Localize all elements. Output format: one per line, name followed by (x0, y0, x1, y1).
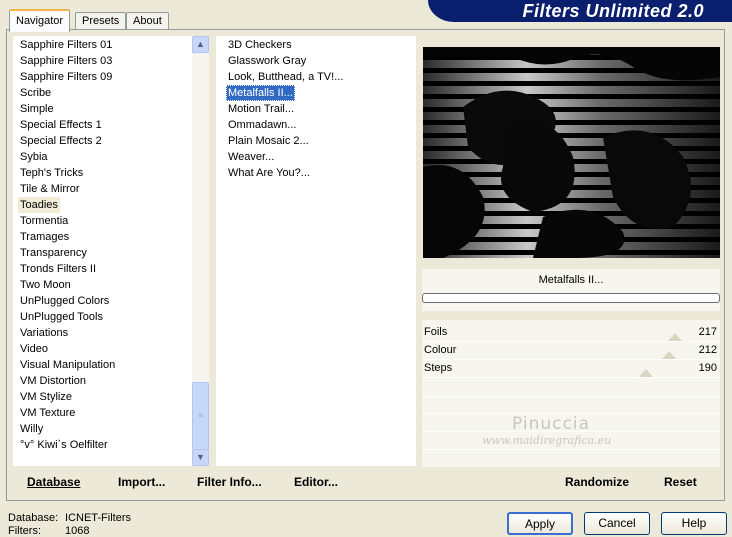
category-item[interactable]: VM Stylize (18, 389, 74, 405)
preview-image (423, 47, 720, 258)
randomize-button[interactable]: Randomize (565, 473, 629, 491)
slider-thumb[interactable] (662, 351, 677, 359)
category-item[interactable]: Special Effects 2 (18, 133, 104, 149)
help-button[interactable]: Help (661, 512, 727, 535)
category-item[interactable]: Visual Manipulation (18, 357, 117, 373)
category-item[interactable]: Tramages (18, 229, 71, 245)
slider-thumb[interactable] (668, 333, 683, 341)
database-status-value: ICNET-Filters (65, 512, 131, 524)
category-item[interactable]: Transparency (18, 245, 89, 261)
category-item[interactable]: VM Distortion (18, 373, 88, 389)
editor-button[interactable]: Editor... (294, 473, 338, 491)
filter-item[interactable]: 3D Checkers (226, 37, 294, 53)
database-status-label: Database: (8, 512, 59, 524)
filter-info-button[interactable]: Filter Info... (197, 473, 262, 491)
category-item[interactable]: Toadies (18, 197, 60, 213)
param-label: Steps (424, 362, 453, 374)
category-item[interactable]: Teph's Tricks (18, 165, 85, 181)
app-banner-title: Filters Unlimited 2.0 (428, 0, 732, 22)
category-item[interactable]: Sapphire Filters 01 (18, 37, 114, 53)
category-item[interactable]: Two Moon (18, 277, 73, 293)
database-button[interactable]: Database (27, 473, 80, 491)
scroll-thumb[interactable]: ≡ (192, 382, 209, 450)
reset-button[interactable]: Reset (664, 473, 697, 491)
cancel-button[interactable]: Cancel (584, 512, 650, 535)
filter-list[interactable]: 3D Checkers Glasswork Gray Look, Butthead,… (216, 36, 416, 466)
param-slider-foils[interactable]: Foils 217 (422, 324, 720, 342)
param-value: 190 (698, 362, 717, 374)
param-divider (422, 396, 720, 397)
filter-item[interactable]: Plain Mosaic 2... (226, 133, 311, 149)
param-value: 217 (698, 326, 717, 338)
apply-button[interactable]: Apply (507, 512, 573, 535)
preview-filter-name: Metalfalls II... (538, 274, 604, 286)
category-item[interactable]: Willy (18, 421, 45, 437)
category-item[interactable]: Scribe (18, 85, 53, 101)
category-item[interactable]: Tile & Mirror (18, 181, 81, 197)
param-label: Foils (424, 326, 448, 338)
category-item[interactable]: UnPlugged Tools (18, 309, 105, 325)
tab-presets[interactable]: Presets (75, 12, 127, 30)
category-item[interactable]: Sapphire Filters 03 (18, 53, 114, 69)
slider-track[interactable] (422, 377, 720, 378)
tab-about[interactable]: About (126, 12, 169, 30)
category-item[interactable]: VM Texture (18, 405, 77, 421)
filter-item[interactable]: Motion Trail... (226, 101, 296, 117)
param-divider (422, 449, 720, 450)
filter-item[interactable]: Glasswork Gray (226, 53, 308, 69)
category-item[interactable]: UnPlugged Colors (18, 293, 111, 309)
filter-item[interactable]: Metalfalls II... (226, 85, 295, 101)
filter-item[interactable]: Ommadawn... (226, 117, 298, 133)
category-item[interactable]: Sapphire Filters 09 (18, 69, 114, 85)
filters-status-label: Filters: (8, 525, 41, 537)
param-value: 212 (698, 344, 717, 356)
category-item[interactable]: Variations (18, 325, 70, 341)
watermark-name: Pinuccia (512, 414, 590, 434)
category-item[interactable]: °v° Kiwi`s Oelfilter (18, 437, 110, 453)
param-slider-steps[interactable]: Steps 190 (422, 360, 720, 378)
scroll-down-button[interactable]: ▼ (192, 449, 209, 466)
category-item[interactable]: Sybia (18, 149, 50, 165)
filter-item[interactable]: Weaver... (226, 149, 276, 165)
scroll-up-button[interactable]: ▲ (192, 36, 209, 53)
category-scrollbar[interactable]: ▲ ≡ ▼ (192, 36, 209, 466)
progress-bar (422, 293, 720, 303)
category-list[interactable]: Sapphire Filters 01 Sapphire Filters 03 Sa… (13, 36, 209, 466)
category-item[interactable]: Tormentia (18, 213, 70, 229)
category-item[interactable]: Tronds Filters II (18, 261, 98, 277)
filters-status-value: 1068 (65, 525, 90, 537)
category-item[interactable]: Special Effects 1 (18, 117, 104, 133)
filter-item[interactable]: What Are You?... (226, 165, 312, 181)
tab-navigator[interactable]: Navigator (9, 9, 71, 32)
param-label: Colour (424, 344, 457, 356)
category-item[interactable]: Simple (18, 101, 56, 117)
slider-thumb[interactable] (638, 369, 653, 377)
watermark-site: www.maidiregrafica.eu (482, 434, 612, 447)
filter-item[interactable]: Look, Butthead, a TV!... (226, 69, 345, 85)
category-item[interactable]: Video (18, 341, 50, 357)
import-button[interactable]: Import... (118, 473, 165, 491)
param-slider-colour[interactable]: Colour 212 (422, 342, 720, 360)
